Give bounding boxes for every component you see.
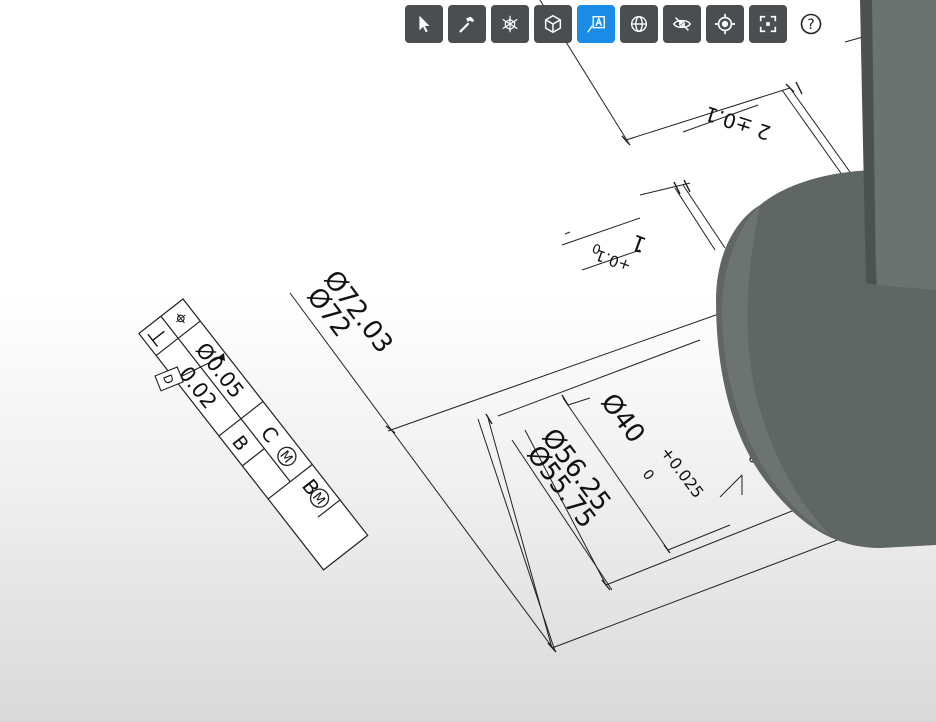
help-button[interactable]: ?: [792, 5, 830, 43]
dim-bore-tol-upper: +0.025: [657, 443, 708, 502]
hammer-icon: [459, 16, 475, 33]
measure-tool-button[interactable]: [448, 5, 486, 43]
target-tool-button[interactable]: [706, 5, 744, 43]
cube-icon: [544, 14, 562, 34]
annotation-a-icon: [587, 15, 605, 33]
axis-tool-button[interactable]: [491, 5, 529, 43]
eye-slash-icon: [672, 17, 692, 31]
question-circle-icon: ?: [800, 13, 822, 35]
dim-bore-tol-lower: 0: [639, 467, 657, 484]
drawing-canvas: ⌖ Ø0.05 C M B M ⊥ 0.02 B D Ø72.03 Ø72 Ø5…: [138, 0, 936, 653]
part-shaft: [868, 0, 936, 290]
globe-tool-button[interactable]: [620, 5, 658, 43]
fit-tool-button[interactable]: [749, 5, 787, 43]
dim-step-1: 1: [628, 229, 650, 257]
view-cube-tool-button[interactable]: [534, 5, 572, 43]
svg-text:?: ?: [807, 17, 814, 33]
crosshair-icon: [714, 13, 736, 35]
part-model[interactable]: [716, 0, 936, 548]
cursor-arrow-icon: [419, 15, 430, 33]
annotation-tool-button[interactable]: [577, 5, 615, 43]
dim-bore: Ø40: [594, 388, 650, 449]
globe-icon: [630, 15, 648, 33]
dim-step-2: 2 ±0.1: [702, 101, 774, 145]
axis-cube-icon: [502, 15, 518, 33]
fit-frame-icon: [759, 15, 777, 33]
hide-tool-button[interactable]: [663, 5, 701, 43]
select-tool-button[interactable]: [405, 5, 443, 43]
viewer-toolbar: ?: [405, 5, 830, 43]
3d-viewport[interactable]: ⌖ Ø0.05 C M B M ⊥ 0.02 B D Ø72.03 Ø72 Ø5…: [0, 0, 936, 722]
